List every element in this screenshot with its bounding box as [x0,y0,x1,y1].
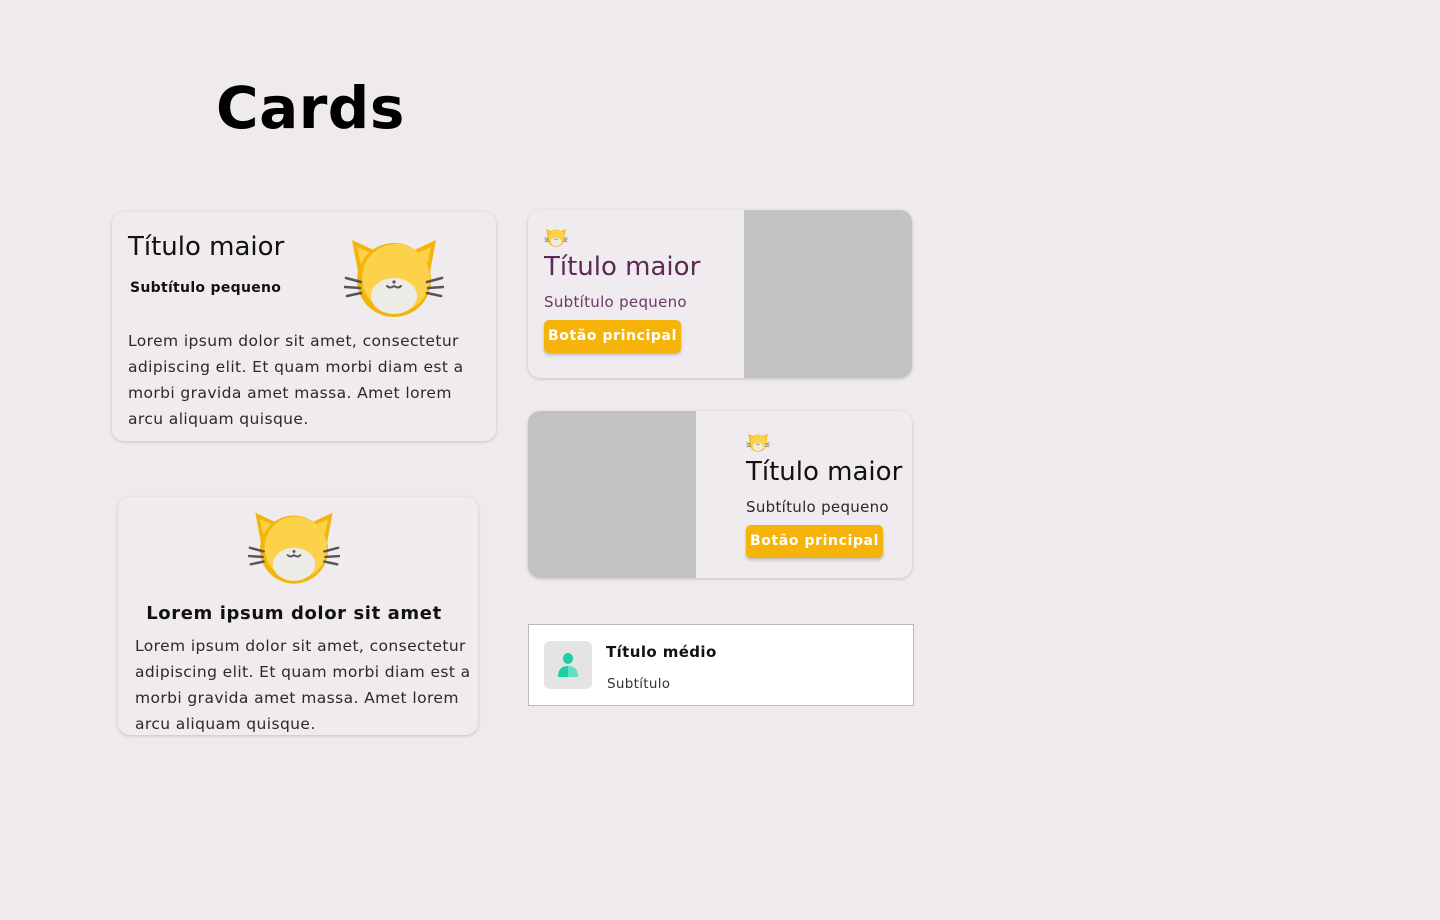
page-title: Cards [216,74,405,142]
list-item-card[interactable]: Título médio Subtítulo [528,624,914,706]
centered-card[interactable]: Lorem ipsum dolor sit amet Lorem ipsum d… [118,497,478,735]
primary-button[interactable]: Botão principal [746,525,883,558]
image-placeholder [744,210,912,378]
card-title: Título maior [544,252,701,282]
avatar [544,641,592,689]
cat-face-icon [248,505,340,585]
card-subtitle: Subtítulo [607,676,671,692]
user-icon [558,653,578,677]
card-body-text: Lorem ipsum dolor sit amet, consectetur … [128,332,464,428]
image-placeholder [528,411,696,578]
card-title: Título médio [606,643,717,661]
card-subtitle: Subtítulo pequeno [130,280,282,296]
card-title: Título maior [128,232,285,262]
cat-face-icon [344,232,444,318]
primary-button[interactable]: Botão principal [544,320,681,353]
media-right-card[interactable]: Título maior Subtítulo pequeno Botão pri… [528,210,912,378]
media-left-card[interactable]: Título maior Subtítulo pequeno Botão pri… [528,411,912,578]
cat-face-icon [746,432,770,452]
card-title: Título maior [746,457,903,487]
card-headline: Lorem ipsum dolor sit amet [146,603,442,624]
cat-face-icon [544,227,568,247]
card-subtitle: Subtítulo pequeno [544,293,687,311]
card-body-text: Lorem ipsum dolor sit amet, consectetur … [135,637,471,733]
feature-card[interactable]: Título maior Subtítulo pequeno Lorem ips… [112,212,496,441]
card-subtitle: Subtítulo pequeno [746,498,889,516]
